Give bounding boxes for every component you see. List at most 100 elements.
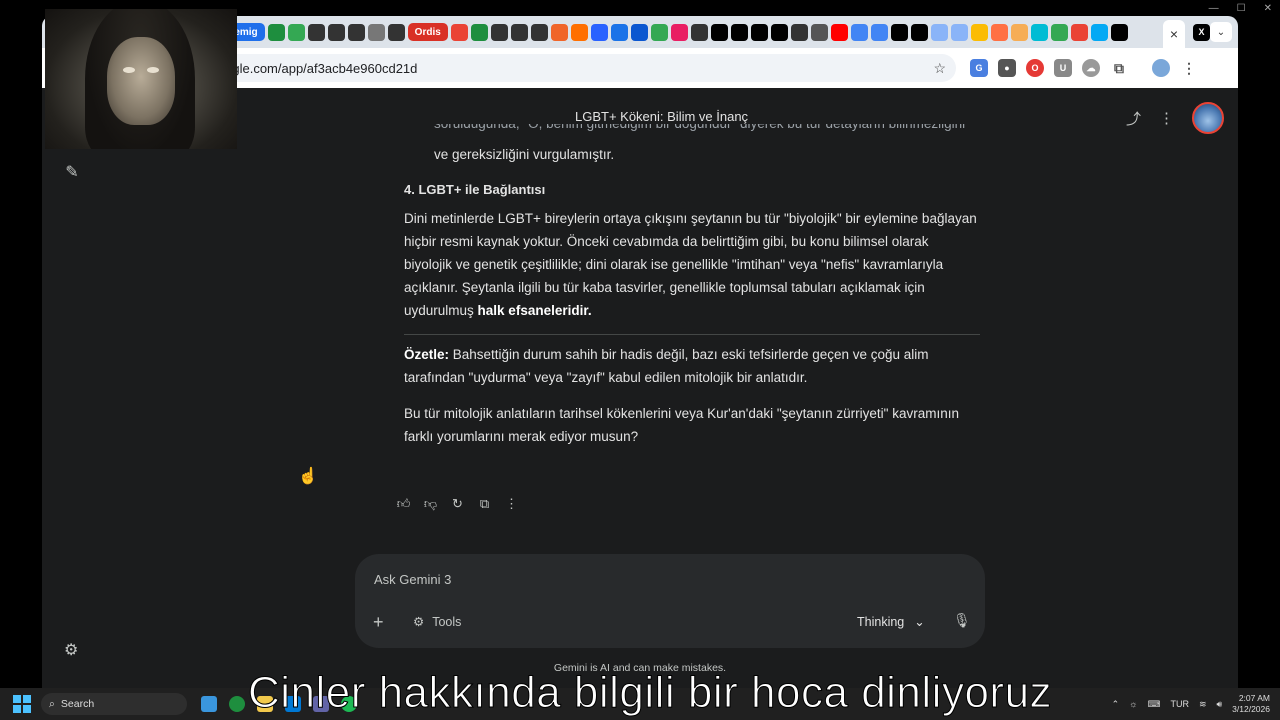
pinned-tab-icon[interactable] <box>690 23 708 41</box>
pinned-tab-icon[interactable] <box>1050 23 1068 41</box>
opera-extension-icon[interactable]: O <box>1026 59 1044 77</box>
settings-icon[interactable]: ⚙ <box>64 640 78 660</box>
regenerate-icon[interactable]: ↻ <box>450 496 465 511</box>
divider <box>404 334 980 335</box>
webcam-face <box>107 37 175 125</box>
u-extension-icon[interactable]: U <box>1054 59 1072 77</box>
bookmark-star-icon[interactable]: ☆ <box>933 60 946 77</box>
pinned-tab-icon[interactable] <box>850 23 868 41</box>
cloud-extension-icon[interactable]: ☁ <box>1082 59 1100 77</box>
summary-paragraph: Özetle: Bahsettiğin durum sahih bir hadi… <box>404 343 980 389</box>
webcam-overlay <box>45 9 237 149</box>
pinned-tab-icon[interactable] <box>970 23 988 41</box>
pinned-tab-icon[interactable] <box>910 23 928 41</box>
pinned-tab-icon[interactable] <box>570 23 588 41</box>
pinned-tab-icon[interactable] <box>470 23 488 41</box>
tab-list-dropdown[interactable]: ⌄ <box>1210 22 1232 42</box>
pinned-tab-icon[interactable] <box>610 23 628 41</box>
menu-kebab-icon[interactable]: ⋮ <box>1180 59 1198 77</box>
minimize-icon[interactable]: — <box>1209 3 1219 14</box>
summary-label: Özetle: <box>404 347 450 362</box>
window-controls: — ☐ ✕ <box>1209 0 1272 16</box>
chevron-down-icon: ⌄ <box>914 615 925 629</box>
puzzle-extensions-icon[interactable]: ⧉ <box>1110 59 1128 77</box>
pinned-tab-icon[interactable] <box>267 23 285 41</box>
spy-extension-icon[interactable]: ● <box>998 59 1016 77</box>
ordis-tab[interactable]: Ordis <box>407 23 448 41</box>
pinned-tab-icon[interactable] <box>1110 23 1128 41</box>
x-tab-icon[interactable]: X <box>1193 23 1210 41</box>
chevron-down-icon: ⌄ <box>1216 26 1226 38</box>
pinned-tab-icon[interactable] <box>1070 23 1088 41</box>
prev-line-2: ve gereksizliğini vurgulamıştır. <box>434 147 615 162</box>
tools-label: Tools <box>432 614 462 629</box>
pinned-tab-icon[interactable] <box>1010 23 1028 41</box>
mode-selector[interactable]: Thinking ⌄ <box>857 614 925 630</box>
pinned-tab-icon[interactable] <box>950 23 968 41</box>
pinned-tab-icon[interactable] <box>550 23 568 41</box>
prev-line-1: sorulduğunda, "O, benim gitmediğim bir d… <box>434 124 980 134</box>
prompt-input[interactable]: Ask Gemini 3 <box>374 572 451 587</box>
more-actions-icon[interactable]: ⋮ <box>504 496 519 511</box>
active-tab[interactable]: × <box>1163 20 1185 48</box>
pinned-tab-icon[interactable] <box>670 23 688 41</box>
pinned-tab-icon[interactable] <box>510 23 528 41</box>
pinned-tab-icon[interactable] <box>770 23 788 41</box>
pinned-tab-icon[interactable] <box>1030 23 1048 41</box>
pinned-tab-icon[interactable] <box>730 23 748 41</box>
pinned-tab-icon[interactable] <box>590 23 608 41</box>
prompt-box[interactable]: Ask Gemini 3 + ⚙ Tools Thinking ⌄ 🎙︎ <box>355 554 985 648</box>
pinned-tab-icon[interactable] <box>347 23 365 41</box>
pinned-tab-icon[interactable] <box>870 23 888 41</box>
translate-extension-icon[interactable]: G <box>970 59 988 77</box>
pinned-tab-icon[interactable] <box>790 23 808 41</box>
webcam-left-eye <box>123 67 135 73</box>
pinned-tab-icon[interactable] <box>750 23 768 41</box>
gemini-app: ☰ ✎ LGBT+ Kökeni: Bilim ve İnanç ⤴ ⋮ sor… <box>42 88 1238 688</box>
url-text[interactable]: gemini.google.com/app/af3acb4e960cd21d <box>169 61 934 76</box>
pinned-tab-icon[interactable] <box>930 23 948 41</box>
profile-avatar-icon[interactable] <box>1152 59 1170 77</box>
pinned-tab-icon[interactable] <box>650 23 668 41</box>
share-icon[interactable]: ⤴ <box>1126 108 1141 129</box>
address-bar[interactable]: ⚙ gemini.google.com/app/af3acb4e960cd21d… <box>140 54 956 82</box>
topbar-actions: ⤴ ⋮ <box>1126 102 1224 134</box>
pinned-tab-icon[interactable] <box>830 23 848 41</box>
tab-close-icon[interactable]: × <box>1170 26 1178 42</box>
side-rail: ☰ ✎ <box>42 88 102 688</box>
response-actions: 👍︎ 👎︎ ↻ ⧉ ⋮ <box>396 496 519 511</box>
add-attachment-icon[interactable]: + <box>373 612 384 633</box>
pinned-tab-icon[interactable] <box>810 23 828 41</box>
extensions-row: G ● O U ☁ ⧉ ⋮ <box>970 59 1198 77</box>
tools-icon: ⚙ <box>413 615 425 629</box>
pinned-tab-icon[interactable] <box>890 23 908 41</box>
follow-up-question: Bu tür mitolojik anlatıların tarihsel kö… <box>404 406 959 444</box>
more-options-icon[interactable]: ⋮ <box>1159 109 1174 127</box>
pinned-tab-icon[interactable] <box>1090 23 1108 41</box>
copy-icon[interactable]: ⧉ <box>477 496 492 511</box>
new-chat-button[interactable]: ✎ <box>60 160 84 184</box>
pinned-tab-icon[interactable] <box>630 23 648 41</box>
pinned-tab-icon[interactable] <box>990 23 1008 41</box>
maximize-icon[interactable]: ☐ <box>1237 3 1246 14</box>
pinned-tab-icon[interactable] <box>450 23 468 41</box>
pinned-tab-icon[interactable] <box>287 23 305 41</box>
microphone-icon[interactable]: 🎙︎ <box>953 612 971 629</box>
conversation-title: LGBT+ Kökeni: Bilim ve İnanç <box>575 109 749 124</box>
tools-button[interactable]: ⚙ Tools <box>413 614 462 630</box>
summary-text: Bahsettiğin durum sahih bir hadis değil,… <box>404 347 929 385</box>
paragraph-1-bold: halk efsaneleridir. <box>477 303 592 318</box>
video-caption: Cinler hakkında bilgili bir hoca dinliyo… <box>247 668 1053 718</box>
pinned-tab-icon[interactable] <box>307 23 325 41</box>
pinned-tab-icon[interactable] <box>367 23 385 41</box>
previous-text: sorulduğunda, "O, benim gitmediğim bir d… <box>404 124 980 166</box>
pinned-tab-icon[interactable] <box>387 23 405 41</box>
pinned-tab-icon[interactable] <box>530 23 548 41</box>
pinned-tab-icon[interactable] <box>490 23 508 41</box>
account-avatar[interactable] <box>1192 102 1224 134</box>
close-icon[interactable]: ✕ <box>1264 3 1272 14</box>
pinned-tab-icon[interactable] <box>327 23 345 41</box>
thumbs-down-icon[interactable]: 👎︎ <box>423 496 438 511</box>
pinned-tab-icon[interactable] <box>710 23 728 41</box>
thumbs-up-icon[interactable]: 👍︎ <box>396 496 411 511</box>
